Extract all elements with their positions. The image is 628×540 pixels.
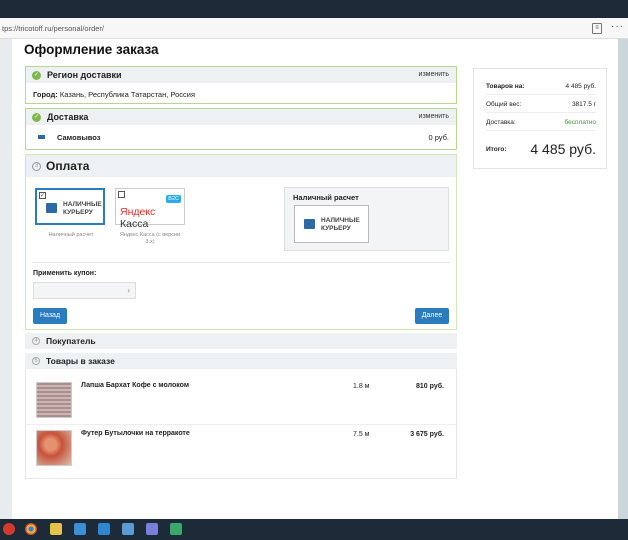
step-icon: 5 — [32, 357, 40, 365]
yandex-browser-icon[interactable] — [3, 523, 15, 535]
region-label: Регион доставки — [47, 70, 122, 80]
order-summary: Товаров на: 4 485 руб. Общий вес: 3817.5… — [473, 68, 607, 169]
delivery-section: ✓ Доставка изменить Самовывоз 0 руб. — [25, 108, 457, 150]
calendar-icon[interactable] — [98, 523, 110, 535]
yandex-caption-line1: Яндекс.Касса (с версии — [119, 232, 181, 238]
delivery-header: ✓ Доставка изменить — [26, 109, 456, 125]
chevron-right-icon[interactable]: › — [127, 286, 130, 295]
cart-item: Футер Бутылочки на терракоте 7.5 м 3 675… — [26, 427, 456, 473]
payment-section: 3 Оплата ✓ НАЛИЧНЫЕ КУРЬЕРУ Наличный рас… — [25, 154, 457, 330]
step-icon: 4 — [32, 337, 40, 345]
city-key: Город: — [33, 90, 58, 99]
pay-option-cash-line1: НАЛИЧНЫЕ — [63, 201, 102, 208]
city-value: Казань, Республика Татарстан, Россия — [59, 90, 196, 99]
summary-weight-row: Общий вес: 3817.5 г — [486, 101, 596, 113]
summary-delivery-row: Доставка: бесплатно — [486, 119, 596, 131]
cart-section-header: 5 Товары в заказе — [25, 353, 457, 369]
delivery-method: Самовывоз — [57, 133, 101, 142]
summary-goods-key: Товаров на: — [486, 83, 525, 90]
product-sum: 3 675 руб. — [410, 431, 444, 438]
summary-weight-key: Общий вес: — [486, 101, 522, 108]
pay-option-cash-line2: КУРЬЕРУ — [63, 209, 93, 216]
delivery-change-link[interactable]: изменить — [419, 113, 449, 120]
summary-total-row: Итого: 4 485 руб. — [486, 141, 596, 157]
logo-yandex: Яндекс — [120, 206, 156, 218]
coupon-label: Применить купон: — [33, 270, 97, 277]
selected-card-line2: КУРЬЕРУ — [321, 225, 351, 232]
selected-payment-panel: Наличный расчет НАЛИЧНЫЕ КУРЬЕРУ — [284, 187, 449, 251]
divider — [32, 262, 450, 263]
pay-option-cash[interactable]: ✓ НАЛИЧНЫЕ КУРЬЕРУ — [35, 188, 105, 225]
region-header: ✓ Регион доставки изменить — [26, 67, 456, 83]
selected-payment-title: Наличный расчет — [293, 193, 359, 202]
buyer-label: Покупатель — [46, 336, 96, 346]
order-page: Оформление заказа ✓ Регион доставки изме… — [12, 39, 618, 519]
left-margin — [0, 39, 12, 519]
summary-total-key: Итого: — [486, 146, 507, 153]
payment-label: Оплата — [46, 159, 90, 173]
checkbox-icon[interactable] — [118, 191, 125, 198]
product-name[interactable]: Футер Бутылочки на терракоте — [81, 430, 190, 437]
app-icon[interactable] — [74, 523, 86, 535]
check-icon: ✓ — [32, 71, 41, 80]
save-icon[interactable] — [146, 523, 158, 535]
truck-icon — [38, 135, 45, 139]
product-sum: 810 руб. — [416, 383, 444, 390]
pay-option-yandex-caption: Яндекс.Касса (с версии 3.х) — [110, 232, 190, 246]
pay-option-cash-caption: Наличный расчет — [48, 232, 94, 238]
coupon-input[interactable]: › — [33, 282, 136, 299]
pay-option-cash-title: НАЛИЧНЫЕ КУРЬЕРУ — [63, 201, 102, 217]
delivery-price: 0 руб. — [428, 133, 449, 142]
document-icon[interactable] — [122, 523, 134, 535]
b2c-badge: B2C — [166, 195, 181, 203]
os-taskbar — [0, 519, 628, 540]
pay-option-yandex[interactable]: B2C Яндекс Касса — [115, 188, 185, 230]
checkbox-checked-icon[interactable]: ✓ — [39, 192, 46, 199]
wallet-icon — [304, 219, 315, 229]
summary-delivery-value: бесплатно — [564, 119, 596, 126]
yandex-caption-line2: 3.х) — [145, 239, 155, 245]
back-button[interactable]: Назад — [33, 308, 67, 324]
summary-total-value: 4 485 руб. — [530, 141, 596, 157]
product-thumbnail[interactable] — [36, 430, 72, 466]
step-icon: 3 — [32, 162, 41, 171]
region-change-link[interactable]: изменить — [419, 71, 449, 78]
city-row: Город: Казань, Республика Татарстан, Рос… — [33, 90, 195, 99]
selected-card-text: НАЛИЧНЫЕ КУРЬЕРУ — [321, 217, 360, 233]
check-icon: ✓ — [32, 113, 41, 122]
product-qty: 1.8 м — [353, 383, 370, 390]
selected-card-line1: НАЛИЧНЫЕ — [321, 217, 360, 224]
cart-item: Лапша Бархат Кофе с молоком 1.8 м 810 ру… — [26, 379, 456, 425]
browser-titlebar — [0, 0, 628, 18]
buyer-section[interactable]: 4 Покупатель — [25, 333, 457, 349]
selected-payment-card: НАЛИЧНЫЕ КУРЬЕРУ — [294, 205, 369, 243]
folder-icon[interactable] — [50, 523, 62, 535]
chrome-icon[interactable] — [25, 523, 37, 535]
url-text[interactable]: tps://tricotoff.ru/personal/order/ — [2, 24, 104, 33]
next-button[interactable]: Далее — [415, 308, 449, 324]
region-section: ✓ Регион доставки изменить Город: Казань… — [25, 66, 457, 104]
product-qty: 7.5 м — [353, 431, 370, 438]
summary-weight-value: 3817.5 г — [571, 101, 596, 108]
product-thumbnail[interactable] — [36, 382, 72, 418]
summary-goods-row: Товаров на: 4 485 руб. — [486, 83, 596, 95]
right-margin — [618, 39, 628, 519]
wallet-icon — [46, 203, 57, 213]
cart-items: Лапша Бархат Кофе с молоком 1.8 м 810 ру… — [25, 369, 457, 479]
yandex-kassa-logo: Яндекс Касса — [120, 206, 184, 230]
delivery-label: Доставка — [47, 112, 89, 122]
logo-kassa: Касса — [120, 218, 149, 230]
terminal-icon[interactable] — [170, 523, 182, 535]
summary-goods-value: 4 485 руб. — [565, 83, 596, 90]
product-name[interactable]: Лапша Бархат Кофе с молоком — [81, 382, 189, 389]
payment-header: 3 Оплата — [26, 155, 456, 177]
reader-view-icon[interactable]: ≡ — [592, 23, 602, 34]
more-menu-icon[interactable]: ··· — [611, 21, 624, 32]
cart-label: Товары в заказе — [46, 356, 115, 366]
summary-delivery-key: Доставка: — [486, 119, 516, 126]
address-bar[interactable]: tps://tricotoff.ru/personal/order/ ≡ ··· — [0, 18, 628, 39]
page-title: Оформление заказа — [24, 42, 159, 57]
